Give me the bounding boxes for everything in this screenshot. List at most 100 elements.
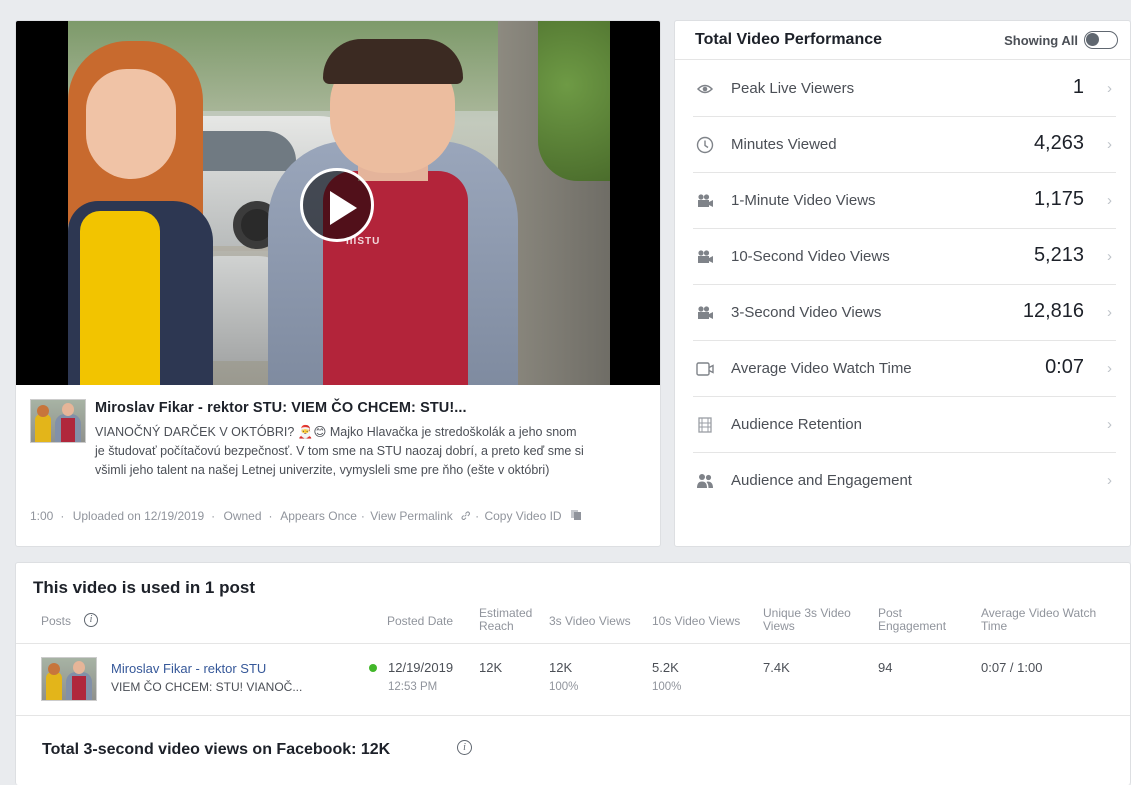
- column-header-average-video-watch-time: Average Video Watch Time: [981, 607, 1096, 633]
- video-duration: 1:00: [30, 509, 54, 523]
- appears-label: Appears Once: [280, 509, 357, 523]
- meta-separator: ·: [60, 509, 65, 523]
- video-description: VIANOČNÝ DARČEK V OKTÓBRI? 🎅😊 Majko Hlav…: [95, 423, 655, 480]
- column-header-posted-date: Posted Date: [387, 614, 454, 628]
- chevron-right-icon: ›: [1107, 136, 1112, 153]
- video-outline-icon: [696, 362, 714, 376]
- header-line: Time: [981, 619, 1008, 633]
- metric-value: 0:07: [1045, 356, 1084, 378]
- play-icon: [330, 191, 357, 225]
- header-line: Views: [763, 619, 795, 633]
- meta-separator: ·: [211, 509, 216, 523]
- views-10s-value: 5.2K: [652, 660, 679, 675]
- metric-label: Minutes Viewed: [731, 136, 837, 153]
- column-header-unique-3s-video-views: Unique 3s Video Views: [763, 607, 851, 633]
- column-header-post-engagement: Post Engagement: [878, 607, 946, 633]
- video-camera-icon: [698, 194, 713, 207]
- showing-all-label: Showing All: [1004, 33, 1078, 48]
- description-line: je študovať počítačovú bezpečnosť. V tom…: [95, 444, 584, 458]
- metric-row-10-second-video-views[interactable]: 10-Second Video Views 5,213 ›: [693, 229, 1116, 285]
- copy-icon: [570, 510, 581, 520]
- metric-label: 3-Second Video Views: [731, 304, 882, 321]
- chevron-right-icon: ›: [1107, 416, 1112, 433]
- owned-label: Owned: [223, 509, 262, 523]
- metric-label: Peak Live Viewers: [731, 80, 855, 97]
- average-watch-time-value: 0:07 / 1:00: [981, 660, 1043, 675]
- clock-icon: [696, 136, 714, 154]
- video-title[interactable]: Miroslav Fikar - rektor STU: VIEM ČO CHC…: [95, 400, 467, 416]
- post-author-link[interactable]: Miroslav Fikar - rektor STU: [111, 661, 266, 676]
- divider: [16, 715, 1130, 716]
- toggle-knob: [1086, 33, 1099, 46]
- description-line: VIANOČNÝ DARČEK V OKTÓBRI? 🎅😊 Majko Hlav…: [95, 425, 577, 439]
- link-icon: [461, 511, 471, 520]
- metric-row-minutes-viewed[interactable]: Minutes Viewed 4,263 ›: [693, 117, 1116, 173]
- play-button[interactable]: [300, 168, 374, 242]
- post-snippet: VIEM ČO CHCEM: STU! VIANOČ...: [111, 680, 303, 694]
- chevron-right-icon: ›: [1107, 80, 1112, 97]
- upload-date: Uploaded on 12/19/2019: [72, 509, 205, 523]
- post-thumbnail[interactable]: [41, 657, 97, 701]
- metric-value: 5,213: [1033, 244, 1084, 266]
- chevron-right-icon: ›: [1107, 304, 1112, 321]
- header-line: Engagement: [878, 619, 947, 633]
- posted-date: 12/19/2019: [388, 660, 454, 675]
- performance-title: Total Video Performance: [695, 31, 883, 48]
- meta-separator: ·: [360, 509, 365, 523]
- total-3s-views-label: Total 3-second video views on Facebook: …: [42, 741, 391, 758]
- video-card: IIISTU Miroslav Fikar - rektor STU: VIEM…: [15, 20, 661, 547]
- info-icon[interactable]: i: [457, 740, 472, 755]
- metric-row-3-second-video-views[interactable]: 3-Second Video Views 12,816 ›: [693, 285, 1116, 341]
- estimated-reach-value: 12K: [479, 660, 503, 675]
- metric-row-audience-retention[interactable]: Audience Retention ›: [693, 397, 1116, 453]
- video-camera-icon: [698, 306, 713, 319]
- film-icon: [698, 417, 712, 433]
- metric-value: 1,175: [1033, 188, 1084, 210]
- metric-label: Audience and Engagement: [731, 472, 912, 489]
- chevron-right-icon: ›: [1107, 472, 1112, 489]
- description-line: všimli jeho talent na našej Letnej unive…: [95, 463, 550, 477]
- metric-value: 12,816: [1022, 300, 1084, 322]
- divider: [16, 643, 1130, 644]
- posted-time: 12:53 PM: [388, 681, 438, 693]
- column-header-posts: Posts: [41, 614, 72, 628]
- metric-label: Audience Retention: [731, 416, 862, 433]
- chevron-right-icon: ›: [1107, 360, 1112, 377]
- copy-video-id-link[interactable]: Copy Video ID: [484, 509, 561, 523]
- post-engagement-value: 94: [878, 660, 893, 675]
- metric-label: Average Video Watch Time: [731, 360, 912, 377]
- status-dot: [369, 664, 377, 672]
- column-header-estimated-reach: Estimated Reach: [479, 607, 532, 633]
- posts-section-title: This video is used in 1 post: [33, 578, 255, 597]
- people-icon: [697, 474, 713, 488]
- metric-row-1-minute-video-views[interactable]: 1-Minute Video Views 1,175 ›: [693, 173, 1116, 229]
- metric-row-peak-live-viewers[interactable]: Peak Live Viewers 1 ›: [693, 61, 1116, 117]
- metric-row-audience-and-engagement[interactable]: Audience and Engagement ›: [693, 453, 1116, 509]
- video-player[interactable]: IIISTU: [16, 21, 660, 385]
- info-icon[interactable]: i: [84, 613, 98, 627]
- eye-icon: [696, 84, 714, 94]
- metric-value: 1: [1072, 76, 1084, 98]
- showing-all-toggle[interactable]: [1084, 31, 1118, 49]
- chevron-right-icon: ›: [1107, 248, 1112, 265]
- metric-row-average-video-watch-time[interactable]: Average Video Watch Time 0:07 ›: [693, 341, 1116, 397]
- views-3s-value: 12K: [549, 660, 573, 675]
- metric-value: 4,263: [1033, 132, 1084, 154]
- view-permalink-link[interactable]: View Permalink: [370, 509, 452, 523]
- metric-label: 1-Minute Video Views: [731, 192, 876, 209]
- video-performance-card: Total Video Performance Showing All Peak…: [674, 20, 1131, 547]
- header-line: Reach: [479, 619, 514, 633]
- column-header-10s-video-views: 10s Video Views: [652, 614, 741, 628]
- video-thumbnail: [30, 399, 86, 443]
- chevron-right-icon: ›: [1107, 192, 1112, 209]
- unique-3s-views-value: 7.4K: [763, 660, 790, 675]
- meta-separator: ·: [475, 509, 480, 523]
- meta-separator: ·: [268, 509, 273, 523]
- metric-label: 10-Second Video Views: [731, 248, 890, 265]
- column-header-3s-video-views: 3s Video Views: [549, 614, 631, 628]
- posts-card: This video is used in 1 post Posts i Pos…: [15, 562, 1131, 785]
- views-3s-percent: 100%: [549, 681, 579, 693]
- performance-header: Total Video Performance Showing All: [675, 21, 1130, 60]
- video-meta: 1:00 · Uploaded on 12/19/2019 · Owned · App…: [30, 509, 582, 523]
- video-camera-icon: [698, 250, 713, 263]
